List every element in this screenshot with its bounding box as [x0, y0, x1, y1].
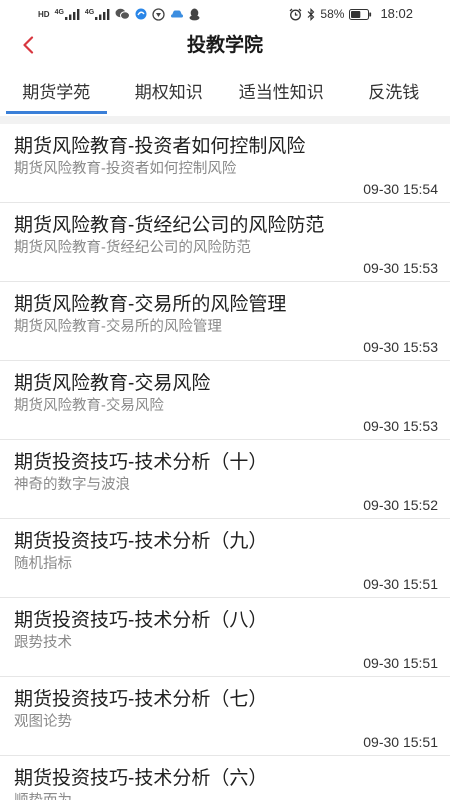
- article-summary: 期货风险教育-交易风险: [14, 398, 164, 414]
- article-time: 09-30 15:51: [363, 734, 438, 750]
- tab-label: 期权知识: [134, 82, 203, 102]
- article-summary: 跟势技术: [14, 635, 72, 651]
- battery-percent: 58%: [320, 7, 345, 21]
- browser-icon: [135, 8, 147, 20]
- bluetooth-icon: [307, 7, 315, 21]
- signal-strength-icon: 4G: [54, 8, 80, 20]
- article-summary: 顺势而为: [14, 792, 438, 800]
- network-type-label: 4G: [54, 8, 64, 16]
- article-title: 期货风险教育-货经纪公司的风险防范: [14, 215, 325, 236]
- article-time: 09-30 15:53: [363, 260, 438, 276]
- article-title: 期货风险教育-交易所的风险管理: [14, 294, 287, 315]
- article-list: 期货风险教育-投资者如何控制风险 期货风险教育-投资者如何控制风险 09-30 …: [0, 124, 450, 800]
- article-title: 期货投资技巧-技术分析（六）: [14, 768, 268, 789]
- shield-icon: [152, 7, 165, 21]
- signal-strength-icon: 4G: [84, 8, 110, 20]
- article-item[interactable]: 期货风险教育-交易风险 期货风险教育-交易风险 09-30 15:53: [0, 361, 450, 440]
- article-item[interactable]: 期货投资技巧-技术分析（六） 顺势而为: [0, 756, 450, 800]
- article-title: 期货投资技巧-技术分析（七）: [14, 689, 268, 710]
- clock-time: 18:02: [380, 6, 413, 21]
- article-summary: 期货风险教育-投资者如何控制风险: [14, 161, 237, 177]
- tab-label: 反洗钱: [368, 82, 420, 102]
- article-time: 09-30 15:53: [363, 339, 438, 355]
- article-title: 期货投资技巧-技术分析（九）: [14, 531, 268, 552]
- tab-label: 适当性知识: [238, 82, 324, 102]
- article-item[interactable]: 期货投资技巧-技术分析（八） 跟势技术 09-30 15:51: [0, 598, 450, 677]
- battery-icon: [349, 8, 372, 20]
- back-button[interactable]: [17, 34, 39, 56]
- status-bar-left: HD 4G 4G: [38, 7, 200, 21]
- article-item[interactable]: 期货投资技巧-技术分析（七） 观图论势 09-30 15:51: [0, 677, 450, 756]
- tab-futures-academy[interactable]: 期货学苑: [0, 64, 113, 116]
- article-title: 期货投资技巧-技术分析（八）: [14, 610, 268, 631]
- section-divider: [0, 116, 450, 124]
- article-item[interactable]: 期货投资技巧-技术分析（十） 神奇的数字与波浪 09-30 15:52: [0, 440, 450, 519]
- hd-voice-badge: HD: [38, 9, 50, 19]
- article-item[interactable]: 期货风险教育-货经纪公司的风险防范 期货风险教育-货经纪公司的风险防范 09-3…: [0, 203, 450, 282]
- app-header: 投教学院: [0, 28, 450, 64]
- article-summary: 期货风险教育-货经纪公司的风险防范: [14, 240, 251, 256]
- tab-label: 期货学苑: [22, 82, 91, 102]
- wechat-icon: [115, 8, 131, 20]
- article-time: 09-30 15:53: [363, 418, 438, 434]
- category-tabs: 期货学苑 期权知识 适当性知识 反洗钱: [0, 64, 450, 116]
- article-title: 期货风险教育-交易风险: [14, 373, 211, 394]
- article-time: 09-30 15:52: [363, 497, 438, 513]
- tab-anti-money-laundering[interactable]: 反洗钱: [338, 64, 450, 116]
- tab-active-indicator: [6, 111, 107, 114]
- article-item[interactable]: 期货风险教育-投资者如何控制风险 期货风险教育-投资者如何控制风险 09-30 …: [0, 124, 450, 203]
- article-time: 09-30 15:51: [363, 576, 438, 592]
- article-title: 期货投资技巧-技术分析（十）: [14, 452, 268, 473]
- article-summary: 神奇的数字与波浪: [14, 477, 130, 493]
- article-summary: 观图论势: [14, 714, 72, 730]
- tab-options-knowledge[interactable]: 期权知识: [113, 64, 226, 116]
- article-summary: 期货风险教育-交易所的风险管理: [14, 319, 222, 335]
- article-title: 期货风险教育-投资者如何控制风险: [14, 136, 306, 157]
- article-item[interactable]: 期货投资技巧-技术分析（九） 随机指标 09-30 15:51: [0, 519, 450, 598]
- signal-bars-icon: [64, 8, 80, 20]
- status-bar-right: 58% 18:02: [289, 7, 413, 21]
- network-type-label: 4G: [84, 8, 95, 16]
- status-bar: HD 4G 4G 58% 18:02: [0, 0, 450, 28]
- chevron-left-icon: [23, 36, 34, 54]
- alarm-icon: [289, 8, 302, 21]
- article-time: 09-30 15:51: [363, 655, 438, 671]
- article-time: 09-30 15:54: [363, 181, 438, 197]
- qq-icon: [189, 8, 200, 21]
- article-item[interactable]: 期货风险教育-交易所的风险管理 期货风险教育-交易所的风险管理 09-30 15…: [0, 282, 450, 361]
- article-summary: 随机指标: [14, 556, 72, 572]
- car-icon: [170, 9, 184, 19]
- signal-bars-icon: [95, 8, 110, 20]
- tab-suitability-knowledge[interactable]: 适当性知识: [225, 64, 338, 116]
- page-title: 投教学院: [186, 35, 263, 56]
